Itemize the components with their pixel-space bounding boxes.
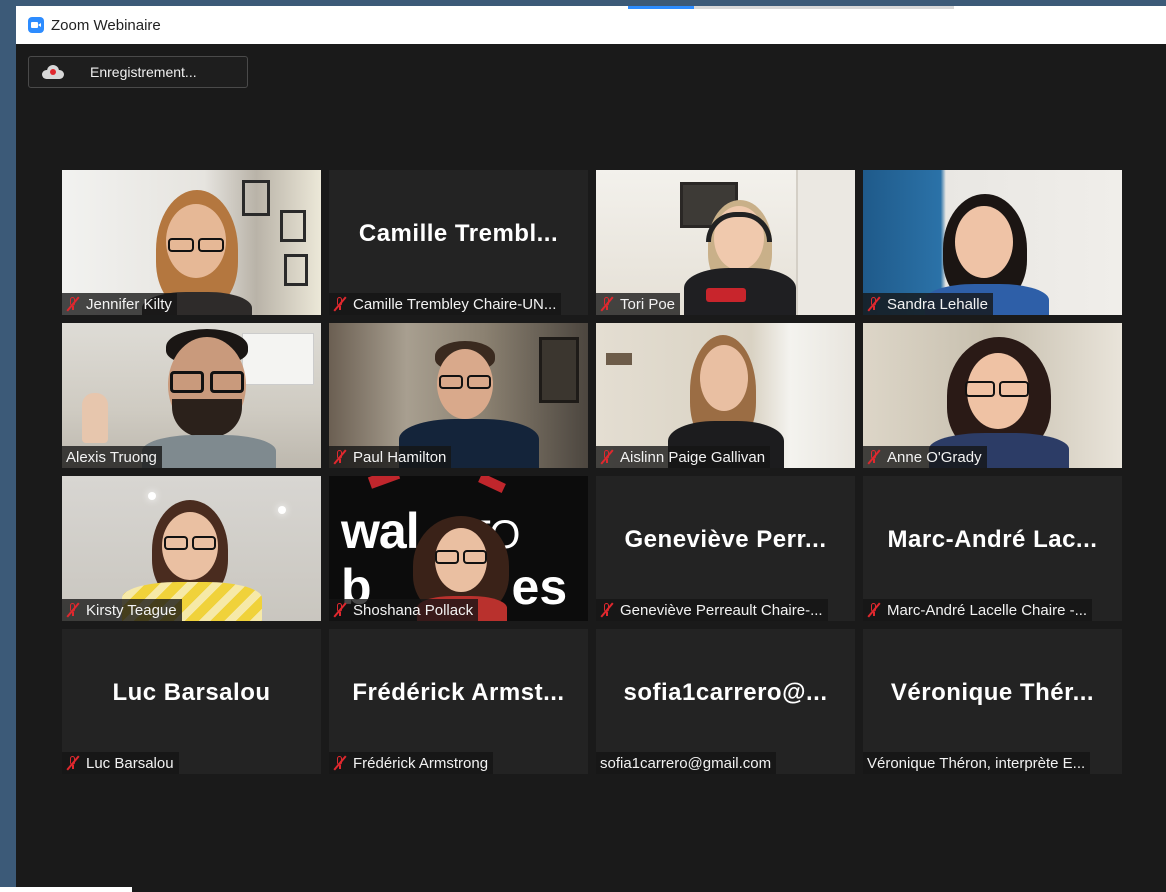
muted-mic-icon <box>66 296 80 312</box>
participant-name: Camille Trembley Chaire-UN... <box>353 295 557 313</box>
participant-name: Tori Poe <box>620 295 676 313</box>
muted-mic-icon <box>333 449 347 465</box>
participant-name-bar: Sandra Lehalle <box>863 293 993 315</box>
zoom-logo-icon <box>28 17 44 33</box>
recording-button[interactable]: Enregistrement... <box>28 56 248 88</box>
participant-name: Aislinn Paige Gallivan <box>620 448 766 466</box>
participant-name: Sandra Lehalle <box>887 295 988 313</box>
participant-name: Paul Hamilton <box>353 448 447 466</box>
participant-name: Luc Barsalou <box>86 754 174 772</box>
participant-name: Marc-André Lacelle Chaire -... <box>887 601 1088 619</box>
muted-mic-icon <box>600 602 614 618</box>
gallery-grid: Jennifer Kilty Camille Trembl... Camille… <box>62 170 1123 775</box>
participant-name-bar: Paul Hamilton <box>329 446 452 468</box>
participant-name-bar: Shoshana Pollack <box>329 599 479 621</box>
participant-tile[interactable]: sofia1carrero@... sofia1carrero@gmail.co… <box>596 629 855 774</box>
participant-name-bar: Camille Trembley Chaire-UN... <box>329 293 562 315</box>
participant-display-name: Véronique Thér... <box>890 679 1095 706</box>
participant-tile[interactable]: Jennifer Kilty <box>62 170 321 315</box>
participant-name: Frédérick Armstrong <box>353 754 489 772</box>
participant-name-bar: Jennifer Kilty <box>62 293 177 315</box>
muted-mic-icon <box>66 602 80 618</box>
muted-mic-icon <box>867 296 881 312</box>
title-bar[interactable]: Zoom Webinaire <box>16 6 1166 44</box>
participant-name: sofia1carrero@gmail.com <box>600 754 772 772</box>
muted-mic-icon <box>867 602 881 618</box>
muted-mic-icon <box>867 449 881 465</box>
participant-tile[interactable]: Frédérick Armst... Frédérick Armstrong <box>329 629 588 774</box>
muted-mic-icon <box>600 449 614 465</box>
participant-tile-active-speaker[interactable]: Alexis Truong <box>62 323 321 468</box>
participant-display-name: Camille Trembl... <box>358 220 559 247</box>
participant-name: Shoshana Pollack <box>353 601 474 619</box>
cloud-recording-icon <box>42 65 64 79</box>
participant-name-bar: Tori Poe <box>596 293 681 315</box>
participant-name-bar: Aislinn Paige Gallivan <box>596 446 771 468</box>
window-title: Zoom Webinaire <box>51 16 161 34</box>
participant-name: Geneviève Perreault Chaire-... <box>620 601 823 619</box>
muted-mic-icon <box>333 296 347 312</box>
participant-name-bar: sofia1carrero@gmail.com <box>596 752 777 774</box>
participant-display-name: sofia1carrero@... <box>623 679 828 706</box>
zoom-window: Zoom Webinaire Enregistrement... Jennife… <box>16 6 1166 892</box>
participant-tile[interactable]: Geneviève Perr... Geneviève Perreault Ch… <box>596 476 855 621</box>
participant-name-bar: Marc-André Lacelle Chaire -... <box>863 599 1093 621</box>
muted-mic-icon <box>333 602 347 618</box>
participant-tile[interactable]: Paul Hamilton <box>329 323 588 468</box>
participant-display-name: Geneviève Perr... <box>624 526 827 553</box>
participant-name-bar: Kirsty Teague <box>62 599 182 621</box>
desktop-edge <box>0 0 16 892</box>
participant-tile[interactable]: Anne O'Grady <box>863 323 1122 468</box>
muted-mic-icon <box>333 755 347 771</box>
participant-name: Kirsty Teague <box>86 601 177 619</box>
participant-name: Jennifer Kilty <box>86 295 172 313</box>
participant-name-bar: Luc Barsalou <box>62 752 179 774</box>
participant-name: Véronique Théron, interprète E... <box>867 754 1086 772</box>
recording-label: Enregistrement... <box>90 64 197 80</box>
participant-name: Alexis Truong <box>66 448 157 466</box>
taskbar-fragment <box>0 887 132 892</box>
participant-name-bar: Frédérick Armstrong <box>329 752 494 774</box>
participant-tile[interactable]: Véronique Thér... Véronique Théron, inte… <box>863 629 1122 774</box>
participant-display-name: Marc-André Lac... <box>887 526 1098 553</box>
participant-display-name: Frédérick Armst... <box>352 679 565 706</box>
participant-tile[interactable]: Luc Barsalou Luc Barsalou <box>62 629 321 774</box>
participant-name: Anne O'Grady <box>887 448 982 466</box>
muted-mic-icon <box>600 296 614 312</box>
participant-tile[interactable]: Aislinn Paige Gallivan <box>596 323 855 468</box>
participant-tile[interactable]: walTO bes Shoshana Pollack <box>329 476 588 621</box>
participant-tile[interactable]: Sandra Lehalle <box>863 170 1122 315</box>
participant-name-bar: Geneviève Perreault Chaire-... <box>596 599 828 621</box>
participant-tile[interactable]: Tori Poe <box>596 170 855 315</box>
title-tab-strip <box>628 6 954 9</box>
participant-tile[interactable]: Marc-André Lac... Marc-André Lacelle Cha… <box>863 476 1122 621</box>
participant-name-bar: Alexis Truong <box>62 446 162 468</box>
participant-tile[interactable]: Kirsty Teague <box>62 476 321 621</box>
participant-tile[interactable]: Camille Trembl... Camille Trembley Chair… <box>329 170 588 315</box>
participant-display-name: Luc Barsalou <box>112 679 271 706</box>
participant-name-bar: Anne O'Grady <box>863 446 987 468</box>
participant-name-bar: Véronique Théron, interprète E... <box>863 752 1091 774</box>
muted-mic-icon <box>66 755 80 771</box>
